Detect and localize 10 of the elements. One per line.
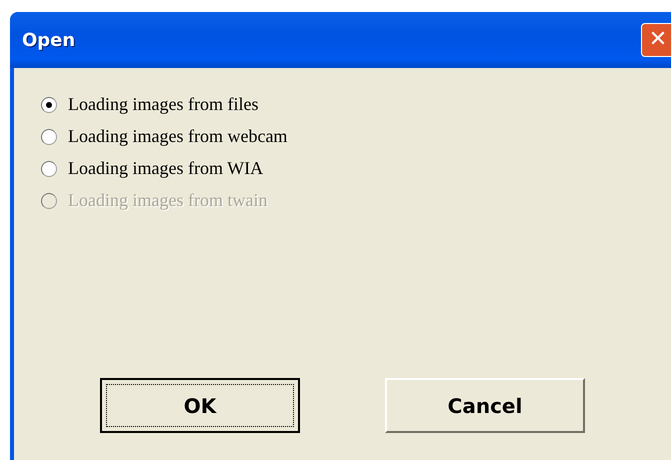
radio-button[interactable] (41, 96, 57, 112)
cancel-button[interactable]: Cancel (385, 378, 585, 433)
radio-option[interactable]: Loading images from WIA (41, 158, 671, 179)
radio-option[interactable]: Loading images from files (41, 94, 671, 115)
radio-button[interactable] (41, 128, 57, 144)
radio-button[interactable] (41, 160, 57, 176)
radio-option[interactable]: Loading images from webcam (41, 126, 671, 147)
close-button[interactable]: ✕ (641, 23, 671, 57)
window-title: Open (22, 30, 76, 50)
ok-button[interactable]: OK (100, 378, 300, 433)
